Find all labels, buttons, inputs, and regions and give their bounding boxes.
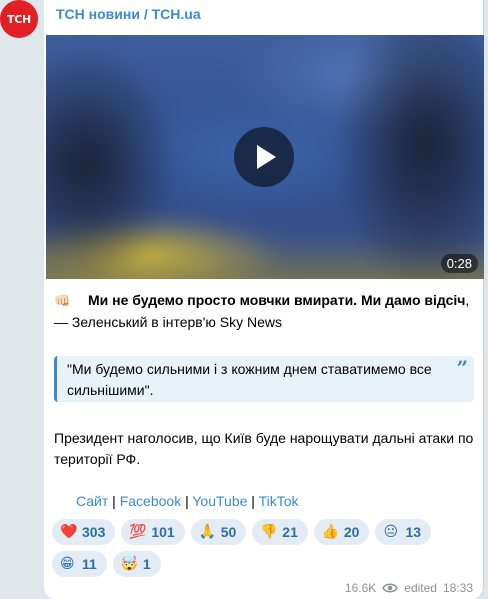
reaction-count: 50 xyxy=(220,524,237,540)
reaction-count: 20 xyxy=(343,524,360,540)
reaction-count: 303 xyxy=(82,524,106,540)
reaction-thumbs-down[interactable]: 👎 21 xyxy=(252,519,308,545)
blockquote: "Ми будемо сильними і з кожним днем став… xyxy=(54,356,474,402)
mind-blown-emoji-icon: 🤯 xyxy=(120,556,139,572)
pray-emoji-icon: 🙏 xyxy=(198,524,217,540)
edited-label: edited xyxy=(404,581,437,595)
play-button[interactable] xyxy=(234,127,294,187)
reaction-heart[interactable]: ❤️ 303 xyxy=(52,519,116,545)
channel-avatar[interactable]: ТСН xyxy=(0,0,38,38)
reaction-grin[interactable]: 😁 11 xyxy=(52,551,107,577)
thumbs-up-emoji-icon: 👍 xyxy=(321,524,340,540)
link-separator: | xyxy=(181,493,193,509)
neutral-face-emoji-icon: 😐 xyxy=(383,524,399,540)
video-player[interactable]: 0:28 xyxy=(46,35,484,279)
link-site[interactable]: Сайт xyxy=(76,493,108,509)
reaction-count: 13 xyxy=(405,524,422,540)
eye-icon xyxy=(382,582,399,594)
channel-name[interactable]: ТСН новини / TCH.ua xyxy=(56,6,201,22)
message-time: 18:33 xyxy=(442,581,473,595)
message-meta: 16.6K edited 18:33 xyxy=(345,581,473,595)
reactions-bar: ❤️ 303 💯 101 🙏 50 👎 21 👍 20 😐 13 😁 11 🤯 1 xyxy=(52,519,462,577)
reaction-hundred[interactable]: 💯 101 xyxy=(121,519,185,545)
reaction-neutral[interactable]: 😐 13 xyxy=(375,519,432,545)
link-separator: | xyxy=(247,493,259,509)
link-facebook[interactable]: Facebook xyxy=(120,493,181,509)
hundred-emoji-icon: 💯 xyxy=(129,524,147,540)
reaction-pray[interactable]: 🙏 50 xyxy=(190,519,247,545)
message-bubble: ТСН новини / TCH.ua 0:28 👊🏻 Ми не будемо … xyxy=(44,0,484,599)
headline-bold-text: Ми не будемо просто мовчки вмирати. Ми д… xyxy=(88,292,466,308)
fist-emoji-icon: 👊🏻 xyxy=(54,294,71,309)
reaction-count: 101 xyxy=(151,524,175,540)
link-youtube[interactable]: YouTube xyxy=(192,493,247,509)
quote-icon: ” xyxy=(456,356,468,380)
link-separator: | xyxy=(108,493,120,509)
play-icon xyxy=(257,145,276,169)
video-duration: 0:28 xyxy=(440,254,478,273)
post-paragraph: Президент наголосив, що Київ буде нарощу… xyxy=(54,430,474,467)
thumbs-down-emoji-icon: 👎 xyxy=(260,524,278,540)
reaction-mind-blown[interactable]: 🤯 1 xyxy=(112,551,161,577)
quote-text: "Ми будемо сильними і з кожним днем став… xyxy=(67,361,432,398)
link-tiktok[interactable]: TikTok xyxy=(259,493,299,509)
view-count: 16.6K xyxy=(344,581,377,595)
reaction-count: 11 xyxy=(82,556,97,572)
reaction-count: 21 xyxy=(282,524,298,540)
heart-emoji-icon: ❤️ xyxy=(60,524,78,540)
post-headline: 👊🏻 Ми не будемо просто мовчки вмирати. Ми… xyxy=(54,290,474,333)
reaction-thumbs-up[interactable]: 👍 20 xyxy=(313,519,370,545)
grin-emoji-icon: 😁 xyxy=(60,556,75,572)
reaction-count: 1 xyxy=(142,556,151,572)
links-row: Сайт | Facebook | YouTube | TikTok xyxy=(76,491,299,512)
